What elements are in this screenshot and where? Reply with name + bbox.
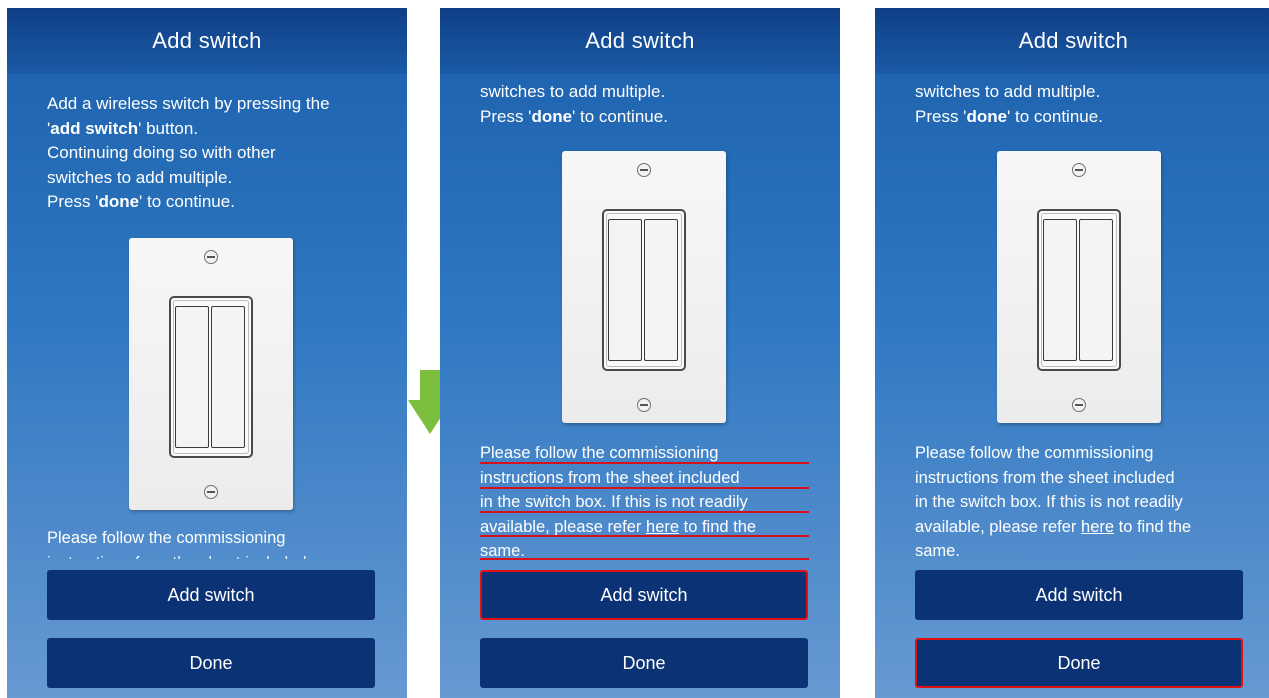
add-switch-button[interactable]: Add switch [47, 570, 375, 620]
intro-line: Press 'done' to continue. [915, 106, 1103, 126]
instructions-text: Please follow the commissioning instruct… [480, 444, 757, 560]
rocker-left [608, 219, 642, 361]
screw-icon [637, 398, 651, 412]
here-link[interactable]: here [1081, 518, 1114, 536]
page-title: Add switch [585, 28, 695, 53]
intro-text: Add a wireless switch by pressing the 'a… [47, 92, 379, 215]
screen-3: Add switch switches to add multiple. Pre… [875, 8, 1269, 698]
screw-icon [1072, 398, 1086, 412]
rocker-left [1043, 219, 1077, 361]
light-switch-image [562, 151, 726, 423]
add-switch-button[interactable]: Add switch [915, 570, 1243, 620]
intro-line: Continuing doing so with other [47, 143, 276, 162]
highlight-underline [480, 487, 809, 489]
intro-line: Press 'done' to continue. [47, 192, 235, 211]
intro-text: switches to add multiple. Press 'done' t… [915, 80, 1244, 129]
intro-text: switches to add multiple. Press 'done' t… [480, 80, 812, 129]
rocker-right [644, 219, 678, 361]
done-button[interactable]: Done [915, 638, 1243, 688]
rocker-left [175, 306, 209, 448]
page-title: Add switch [1018, 28, 1129, 53]
intro-line: switches to add multiple. [47, 167, 233, 187]
highlight-underline [480, 558, 809, 560]
screw-icon [637, 163, 651, 177]
rocker-right [1079, 219, 1113, 361]
screen-1: Add switch Add a wireless switch by pres… [7, 8, 407, 698]
page-title: Add switch [152, 28, 262, 53]
intro-line: switches to add multiple. [915, 82, 1101, 101]
add-switch-button[interactable]: Add switch [480, 570, 808, 620]
screen-2: Add switch switches to add multiple. Pre… [440, 8, 840, 698]
here-link[interactable]: here [646, 518, 679, 536]
light-switch-image [997, 151, 1161, 423]
screw-icon [204, 485, 218, 499]
light-switch-image [129, 238, 293, 510]
rocker-right [211, 306, 245, 448]
screw-icon [1072, 163, 1086, 177]
done-button[interactable]: Done [480, 638, 808, 688]
intro-line: Press 'done' to continue. [480, 106, 668, 126]
app-header: Add switch [875, 8, 1269, 74]
highlight-underline [480, 462, 809, 464]
instructions-text: Please follow the commissioning instruct… [915, 444, 1192, 560]
app-header: Add switch [7, 8, 407, 74]
app-header: Add switch [440, 8, 840, 74]
highlight-underline [480, 511, 809, 513]
screw-icon [204, 250, 218, 264]
intro-line: Add a wireless switch by pressing the [47, 94, 330, 113]
done-button[interactable]: Done [47, 638, 375, 688]
highlight-underline [480, 535, 809, 537]
instructions-text: Please follow the commissioning instruct… [47, 529, 307, 559]
intro-line: 'add switch' button. [47, 118, 199, 138]
intro-line: switches to add multiple. [480, 82, 666, 101]
